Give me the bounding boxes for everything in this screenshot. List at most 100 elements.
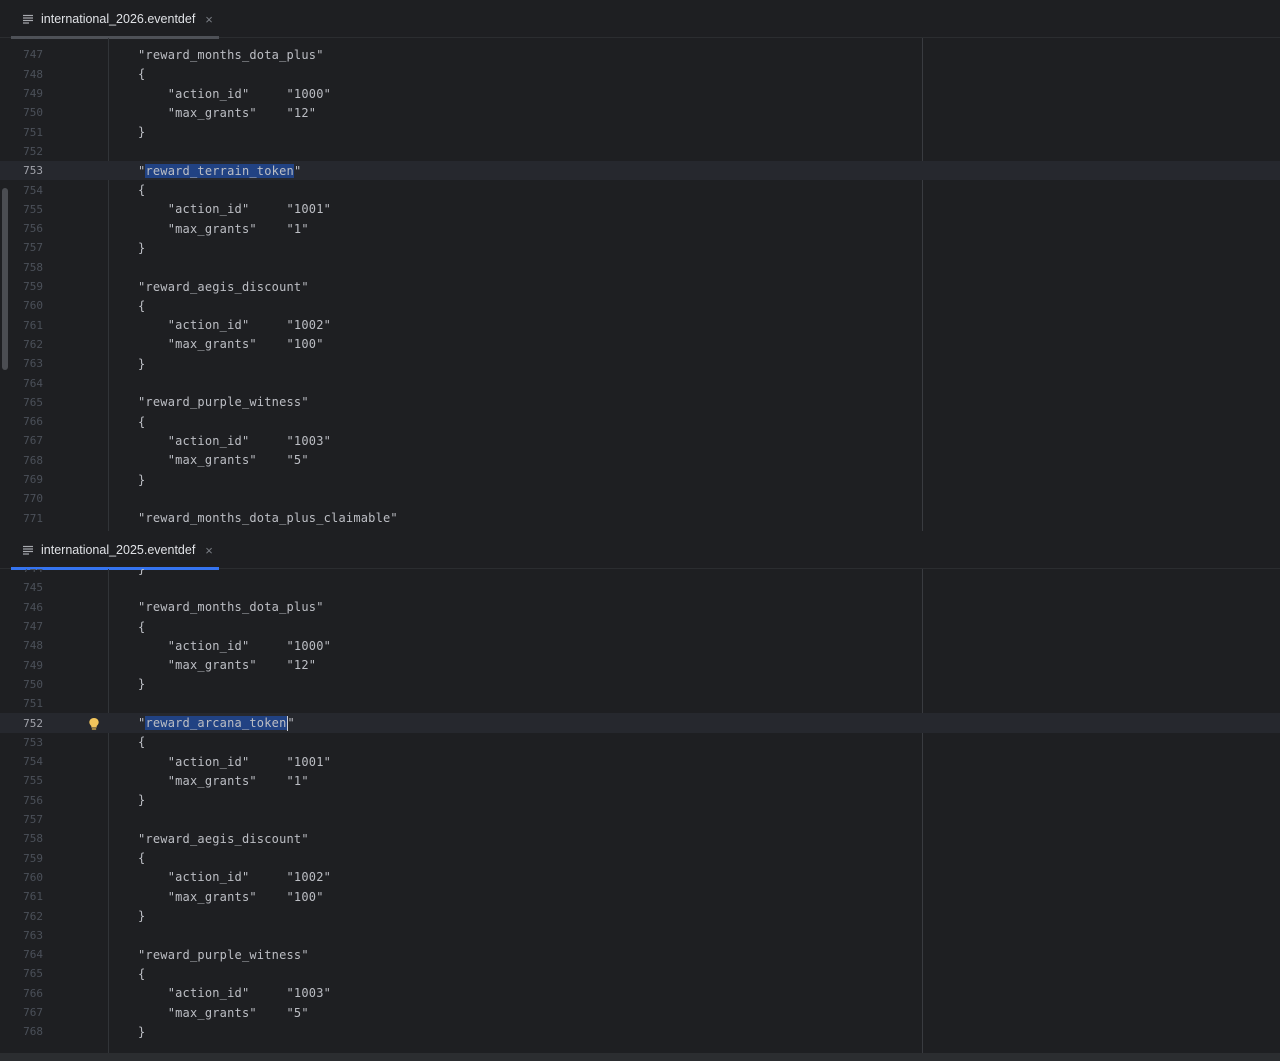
code-line[interactable]: 746 [0,38,1280,45]
code-text: "action_id" "1000" [138,638,332,653]
code-line[interactable]: 756 "max_grants" "1" [0,219,1280,238]
line-number: 753 [23,735,43,749]
code-line[interactable]: 766 { [0,412,1280,431]
code-line[interactable]: 761 "max_grants" "100" [0,887,1280,906]
line-number: 749 [23,87,43,101]
code-line[interactable]: 770 [0,489,1280,508]
code-line[interactable]: 754 { [0,180,1280,199]
code-line[interactable]: 766 "action_id" "1003" [0,984,1280,1003]
line-number: 751 [23,697,43,711]
code-text: "max_grants" "1" [138,773,309,788]
code-text: } [138,1024,146,1039]
code-line[interactable]: 759 { [0,849,1280,868]
line-number: 762 [23,337,43,351]
code-line[interactable]: 757 [0,810,1280,829]
code-text: { [138,735,146,750]
code-line[interactable]: 771 "reward_months_dota_plus_claimable" [0,509,1280,528]
code-line[interactable]: 767 "max_grants" "5" [0,1003,1280,1022]
code-line[interactable]: 752 [0,142,1280,161]
code-line[interactable]: 755 "action_id" "1001" [0,200,1280,219]
code-editor-top[interactable]: 746 747 "reward_months_dota_plus" 748 {749 "… [0,38,1280,531]
code-text: } [138,125,146,140]
code-line[interactable]: 753 "reward_terrain_token" [0,161,1280,181]
code-line[interactable]: 756} [0,791,1280,810]
code-line[interactable]: 747 "reward_months_dota_plus" [0,45,1280,64]
line-number: 754 [23,183,43,197]
line-number: 753 [23,164,43,178]
tab-international-2026[interactable]: international_2026.eventdef × [11,0,219,39]
close-tab-icon[interactable]: × [205,12,213,27]
line-number: 756 [23,793,43,807]
code-line[interactable]: 749 "max_grants" "12" [0,656,1280,675]
code-text: "max_grants" "100" [138,337,324,352]
code-line[interactable]: 753 { [0,733,1280,752]
code-line[interactable]: 752 "reward_arcana_token" [0,713,1280,733]
tab-label: international_2025.eventdef [41,543,196,557]
code-line[interactable]: 746 "reward_months_dota_plus" [0,598,1280,617]
line-number: 746 [0,38,43,42]
line-number: 755 [23,774,43,788]
code-line[interactable]: 762 "max_grants" "100" [0,335,1280,354]
code-line[interactable]: 768} [0,1022,1280,1041]
code-line[interactable]: 751 [0,694,1280,713]
selected-text: reward_terrain_token [145,163,294,178]
code-line[interactable]: 750 "max_grants" "12" [0,103,1280,122]
code-line[interactable]: 758 "reward_aegis_discount" [0,829,1280,848]
line-number: 746 [23,600,43,614]
code-text: "reward_months_dota_plus_claimable" [138,511,398,526]
code-line[interactable]: 764 [0,373,1280,392]
tab-international-2025[interactable]: international_2025.eventdef × [11,531,219,570]
line-number: 757 [23,813,43,827]
code-line[interactable]: 760 { [0,296,1280,315]
code-text: "max_grants" "100" [138,889,324,904]
code-line[interactable]: 768 "max_grants" "5" [0,451,1280,470]
line-number: 767 [23,1006,43,1020]
code-text: { [138,619,146,634]
line-number: 750 [23,106,43,120]
code-text: "reward_terrain_token" [138,163,301,178]
code-text: } [138,569,145,576]
line-number: 749 [23,658,43,672]
code-text: "action_id" "1002" [138,318,332,333]
code-line[interactable]: 764 "reward_purple_witness" [0,945,1280,964]
code-line[interactable]: 769} [0,470,1280,489]
code-line[interactable]: 758 [0,258,1280,277]
code-line[interactable]: 767 "action_id" "1003" [0,431,1280,450]
code-text: "reward_aegis_discount" [138,831,309,846]
line-number: 764 [23,948,43,962]
line-number: 768 [23,1025,43,1039]
horizontal-scrollbar[interactable] [0,1053,1280,1061]
close-tab-icon[interactable]: × [205,543,213,558]
code-text: "action_id" "1003" [138,986,332,1001]
code-text: { [138,67,146,82]
code-line[interactable]: 765 { [0,964,1280,983]
code-editor-bottom[interactable]: 744} 745 746 "reward_months_dota_plus" 747 {7… [0,569,1280,1061]
code-line[interactable]: 751} [0,123,1280,142]
line-number: 751 [23,125,43,139]
code-line[interactable]: 745 [0,578,1280,597]
code-line[interactable]: 765 "reward_purple_witness" [0,393,1280,412]
code-line[interactable]: 760 "action_id" "1002" [0,868,1280,887]
code-line[interactable]: 761 "action_id" "1002" [0,316,1280,335]
code-line[interactable]: 754 "action_id" "1001" [0,752,1280,771]
line-number: 763 [23,357,43,371]
code-line[interactable]: 748 "action_id" "1000" [0,636,1280,655]
code-line[interactable]: 759 "reward_aegis_discount" [0,277,1280,296]
code-line[interactable]: 762} [0,906,1280,925]
code-line[interactable]: 763} [0,354,1280,373]
selected-text: reward_arcana_token [145,715,287,730]
line-number: 750 [23,677,43,691]
code-line[interactable]: 755 "max_grants" "1" [0,771,1280,790]
code-line[interactable]: 750} [0,675,1280,694]
code-line[interactable]: 763 [0,926,1280,945]
line-number: 764 [23,376,43,390]
line-number: 752 [23,716,43,730]
code-line[interactable]: 749 "action_id" "1000" [0,84,1280,103]
code-line[interactable]: 757} [0,238,1280,257]
line-number: 766 [23,415,43,429]
code-line[interactable]: 744} [0,569,1280,578]
code-line[interactable]: 747 { [0,617,1280,636]
lightbulb-icon[interactable] [88,716,100,730]
code-line[interactable]: 748 { [0,65,1280,84]
tab-label: international_2026.eventdef [41,12,196,26]
